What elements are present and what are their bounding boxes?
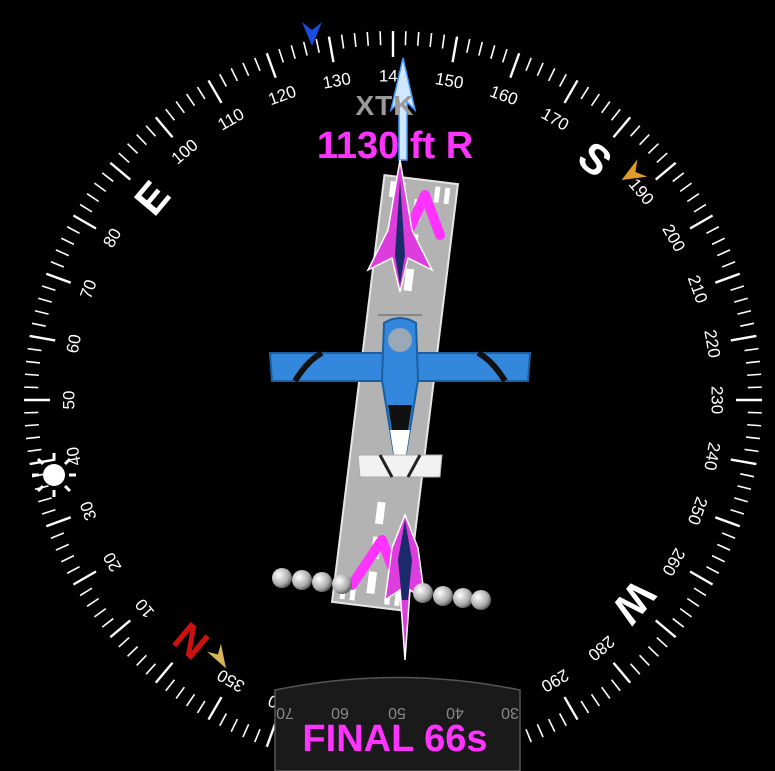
degree-label: 230 [708,386,727,414]
compass-tick [416,31,420,46]
xtk-value: 1130 ft R [316,125,474,167]
compass-tick [24,423,39,427]
compass-tick [366,31,370,46]
compass-tick [24,373,39,377]
degree-label: 50 [59,391,78,410]
degree-label: 60 [63,333,85,355]
sun-icon [32,453,76,497]
final-timer-label: FINAL 66s [302,718,488,760]
compass-tick [747,373,762,377]
compass-tick [747,423,762,427]
xtk-label: XTK [355,90,415,121]
